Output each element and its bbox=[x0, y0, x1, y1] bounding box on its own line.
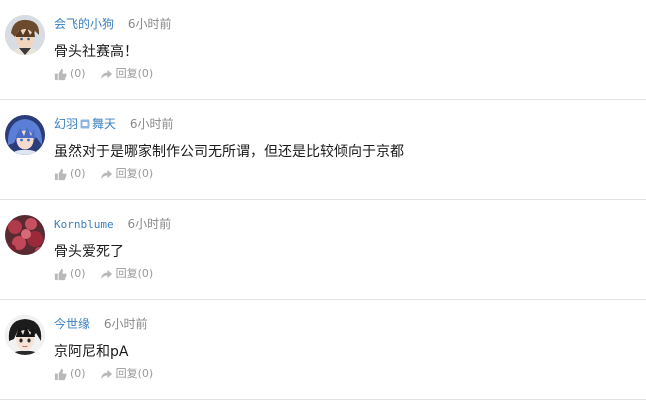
comment-actions: (0) 回复 (0) bbox=[54, 166, 153, 182]
like-count: (0) bbox=[70, 267, 86, 280]
thumbs-up-icon bbox=[54, 168, 67, 180]
reply-arrow-icon bbox=[100, 269, 112, 279]
reply-button[interactable]: 回复 (0) bbox=[100, 166, 154, 182]
username[interactable]: 幻羽 舞天 bbox=[54, 117, 116, 131]
comment-actions: (0) 回复 (0) bbox=[54, 366, 153, 382]
username[interactable]: Kornblume bbox=[54, 218, 114, 231]
thumbs-up-icon bbox=[54, 368, 67, 380]
reply-label: 回复 bbox=[115, 67, 138, 80]
like-count: (0) bbox=[70, 67, 86, 80]
reply-arrow-icon bbox=[100, 369, 112, 379]
comment-meta: Kornblume 6小时前 bbox=[54, 216, 171, 232]
timestamp: 6小时前 bbox=[127, 217, 172, 231]
reply-button[interactable]: 回复 (0) bbox=[100, 266, 154, 282]
avatar-anime-black-hair-icon bbox=[5, 315, 45, 355]
like-button[interactable]: (0) bbox=[54, 66, 86, 82]
timestamp: 6小时前 bbox=[129, 117, 174, 131]
comment-item: 会飞的小狗 6小时前 骨头社赛高！ (0) 回复 (0) bbox=[0, 0, 646, 100]
comment-meta: 会飞的小狗 6小时前 bbox=[54, 16, 171, 32]
thumbs-up-icon bbox=[54, 268, 67, 280]
comment-actions: (0) 回复 (0) bbox=[54, 266, 153, 282]
username[interactable]: 会飞的小狗 bbox=[54, 17, 114, 31]
like-button[interactable]: (0) bbox=[54, 166, 86, 182]
comment-item: 幻羽 舞天 6小时前 虽然对于是哪家制作公司无所谓，但还是比较倾向于京都 (0) … bbox=[0, 100, 646, 200]
username[interactable]: 今世缘 bbox=[54, 317, 90, 331]
comment-meta: 幻羽 舞天 6小时前 bbox=[54, 116, 174, 132]
reply-arrow-icon bbox=[100, 169, 112, 179]
emoji-icon bbox=[80, 119, 90, 129]
reply-label: 回复 bbox=[115, 267, 138, 280]
comment-actions: (0) 回复 (0) bbox=[54, 66, 153, 82]
reply-count: (0) bbox=[137, 267, 154, 280]
reply-count: (0) bbox=[137, 367, 154, 380]
comment-list: 会飞的小狗 6小时前 骨头社赛高！ (0) 回复 (0) 幻羽 舞天 6小时前 … bbox=[0, 0, 646, 400]
reply-count: (0) bbox=[137, 167, 154, 180]
comment-text: 京阿尼和pA bbox=[54, 344, 129, 360]
timestamp: 6小时前 bbox=[127, 17, 172, 31]
reply-arrow-icon bbox=[100, 69, 112, 79]
comment-text: 骨头社赛高！ bbox=[54, 44, 138, 60]
like-button[interactable]: (0) bbox=[54, 366, 86, 382]
comment-meta: 今世缘 6小时前 bbox=[54, 316, 147, 332]
thumbs-up-icon bbox=[54, 68, 67, 80]
reply-button[interactable]: 回复 (0) bbox=[100, 66, 154, 82]
timestamp: 6小时前 bbox=[103, 317, 148, 331]
avatar-red-flowers-icon bbox=[5, 215, 45, 255]
comment-item: Kornblume 6小时前 骨头爱死了 (0) 回复 (0) bbox=[0, 200, 646, 300]
comment-text: 虽然对于是哪家制作公司无所谓，但还是比较倾向于京都 bbox=[54, 144, 404, 160]
like-count: (0) bbox=[70, 167, 86, 180]
avatar-anime-boy-brown-icon bbox=[5, 15, 45, 55]
comment-text: 骨头爱死了 bbox=[54, 244, 124, 260]
reply-label: 回复 bbox=[115, 367, 138, 380]
reply-label: 回复 bbox=[115, 167, 138, 180]
reply-button[interactable]: 回复 (0) bbox=[100, 366, 154, 382]
like-button[interactable]: (0) bbox=[54, 266, 86, 282]
user-avatar[interactable] bbox=[5, 315, 45, 355]
user-avatar[interactable] bbox=[5, 15, 45, 55]
user-avatar[interactable] bbox=[5, 215, 45, 255]
like-count: (0) bbox=[70, 367, 86, 380]
avatar-anime-blue-hair-icon bbox=[5, 115, 45, 155]
comment-item: 今世缘 6小时前 京阿尼和pA (0) 回复 (0) bbox=[0, 300, 646, 400]
reply-count: (0) bbox=[137, 67, 154, 80]
user-avatar[interactable] bbox=[5, 115, 45, 155]
